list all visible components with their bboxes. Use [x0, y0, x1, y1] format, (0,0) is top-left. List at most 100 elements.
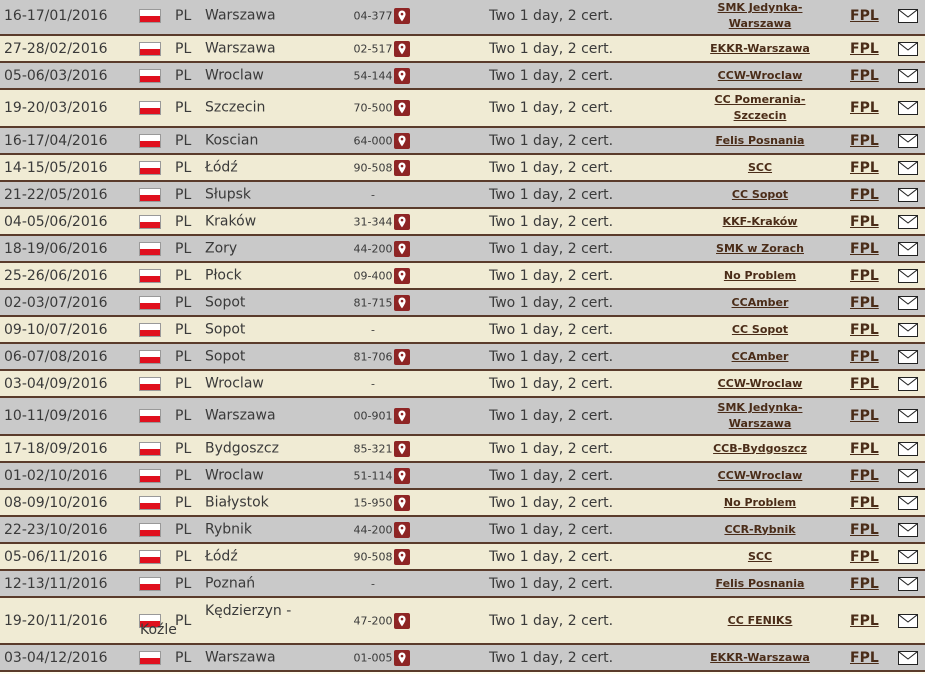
- federation-link[interactable]: FPL: [850, 8, 879, 24]
- organizer-link[interactable]: CC Sopot: [708, 187, 812, 203]
- organizer-link[interactable]: SCC: [708, 549, 812, 565]
- map-pin-icon[interactable]: [394, 548, 410, 565]
- organizer-link[interactable]: No Problem: [708, 268, 812, 284]
- map-pin-icon[interactable]: [394, 612, 410, 629]
- envelope-icon[interactable]: [898, 468, 918, 483]
- federation-link[interactable]: FPL: [850, 408, 879, 424]
- event-date: 06-07/08/2016: [4, 348, 108, 365]
- envelope-icon[interactable]: [898, 650, 918, 665]
- organizer-link[interactable]: CCR-Rybnik: [708, 522, 812, 538]
- federation-link[interactable]: FPL: [850, 650, 879, 666]
- federation-link[interactable]: FPL: [850, 241, 879, 257]
- map-pin-icon[interactable]: [394, 408, 410, 424]
- federation-link[interactable]: FPL: [850, 549, 879, 565]
- map-pin-icon[interactable]: [394, 348, 410, 365]
- organizer-link[interactable]: SMK Jedynka-Warszawa: [708, 0, 812, 32]
- map-pin-icon[interactable]: [394, 467, 410, 484]
- envelope-icon[interactable]: [898, 68, 918, 83]
- envelope-icon[interactable]: [898, 9, 918, 23]
- envelope-icon[interactable]: [898, 41, 918, 56]
- map-pin-icon[interactable]: [394, 267, 410, 284]
- organizer-link[interactable]: CCAmber: [708, 349, 812, 365]
- envelope-icon[interactable]: [898, 376, 918, 391]
- organizer-link[interactable]: CC Pomerania-Szczecin: [708, 92, 812, 124]
- federation-link[interactable]: FPL: [850, 187, 879, 203]
- envelope-icon[interactable]: [898, 101, 918, 115]
- map-pin-icon[interactable]: [394, 100, 410, 116]
- organizer-link[interactable]: KKF-Kraków: [708, 214, 812, 230]
- country-code: PL: [175, 649, 192, 666]
- map-pin-icon[interactable]: [394, 494, 410, 511]
- envelope-icon[interactable]: [898, 133, 918, 148]
- map-pin-icon[interactable]: [394, 40, 410, 57]
- map-pin-icon[interactable]: [394, 132, 410, 149]
- envelope-icon[interactable]: [898, 241, 918, 256]
- federation-link[interactable]: FPL: [850, 68, 879, 84]
- organizer-link[interactable]: EKKR-Warszawa: [708, 41, 812, 57]
- federation-link[interactable]: FPL: [850, 100, 879, 116]
- envelope-icon[interactable]: [898, 409, 918, 423]
- federation-link[interactable]: FPL: [850, 41, 879, 57]
- organizer-link[interactable]: CCB-Bydgoszcz: [708, 441, 812, 457]
- organizer-link[interactable]: CC Sopot: [708, 322, 812, 338]
- postal-code: -: [371, 188, 375, 201]
- envelope-icon[interactable]: [898, 349, 918, 364]
- federation-link[interactable]: FPL: [850, 322, 879, 338]
- organizer-link[interactable]: Felis Posnania: [708, 576, 812, 592]
- federation-link[interactable]: FPL: [850, 268, 879, 284]
- envelope-icon[interactable]: [898, 187, 918, 202]
- envelope-icon[interactable]: [898, 268, 918, 283]
- federation-link[interactable]: FPL: [850, 214, 879, 230]
- map-pin-icon[interactable]: [394, 213, 410, 230]
- table-row: 09-10/07/2016 PL Sopot - Two 1 day, 2 ce…: [0, 317, 925, 344]
- federation-link[interactable]: FPL: [850, 522, 879, 538]
- organizer-link[interactable]: CCW-Wroclaw: [708, 468, 812, 484]
- organizer-link[interactable]: No Problem: [708, 495, 812, 511]
- envelope-icon[interactable]: [898, 549, 918, 564]
- map-pin-icon[interactable]: [394, 294, 410, 311]
- federation-link[interactable]: FPL: [850, 160, 879, 176]
- organizer-link[interactable]: CC FENIKS: [708, 613, 812, 629]
- envelope-icon[interactable]: [898, 613, 918, 628]
- map-pin-icon[interactable]: [394, 649, 410, 666]
- federation-link[interactable]: FPL: [850, 468, 879, 484]
- event-city: Wroclaw: [205, 375, 264, 391]
- country-code: PL: [175, 375, 192, 392]
- map-pin-icon[interactable]: [394, 440, 410, 457]
- federation-link[interactable]: FPL: [850, 295, 879, 311]
- federation-link[interactable]: FPL: [850, 613, 879, 629]
- federation-link[interactable]: FPL: [850, 349, 879, 365]
- envelope-icon[interactable]: [898, 441, 918, 456]
- map-pin-icon[interactable]: [394, 521, 410, 538]
- organizer-link[interactable]: Felis Posnania: [708, 133, 812, 149]
- envelope-icon[interactable]: [898, 295, 918, 310]
- organizer-link[interactable]: EKKR-Warszawa: [708, 650, 812, 666]
- event-city: Kędzierzyn - Koźle: [140, 602, 292, 638]
- organizer-link[interactable]: SCC: [708, 160, 812, 176]
- event-city: Białystok: [205, 494, 269, 510]
- organizer-link[interactable]: SMK Jedynka-Warszawa: [708, 400, 812, 432]
- map-pin-icon[interactable]: [394, 67, 410, 84]
- envelope-icon[interactable]: [898, 322, 918, 337]
- organizer-link[interactable]: CCAmber: [708, 295, 812, 311]
- federation-link[interactable]: FPL: [850, 133, 879, 149]
- event-date: 05-06/11/2016: [4, 548, 108, 565]
- organizer-link[interactable]: CCW-Wroclaw: [708, 376, 812, 392]
- federation-link[interactable]: FPL: [850, 495, 879, 511]
- envelope-icon[interactable]: [898, 576, 918, 591]
- event-date: 01-02/10/2016: [4, 467, 108, 484]
- federation-link[interactable]: FPL: [850, 576, 879, 592]
- poland-flag-icon: [139, 495, 161, 510]
- map-pin-icon[interactable]: [394, 240, 410, 257]
- organizer-link[interactable]: SMK w Zorach: [708, 241, 812, 257]
- envelope-icon[interactable]: [898, 160, 918, 175]
- envelope-icon[interactable]: [898, 522, 918, 537]
- event-city: Łódź: [205, 159, 238, 175]
- organizer-link[interactable]: CCW-Wroclaw: [708, 68, 812, 84]
- federation-link[interactable]: FPL: [850, 376, 879, 392]
- envelope-icon[interactable]: [898, 214, 918, 229]
- map-pin-icon[interactable]: [394, 159, 410, 176]
- map-pin-icon[interactable]: [394, 8, 410, 24]
- federation-link[interactable]: FPL: [850, 441, 879, 457]
- envelope-icon[interactable]: [898, 495, 918, 510]
